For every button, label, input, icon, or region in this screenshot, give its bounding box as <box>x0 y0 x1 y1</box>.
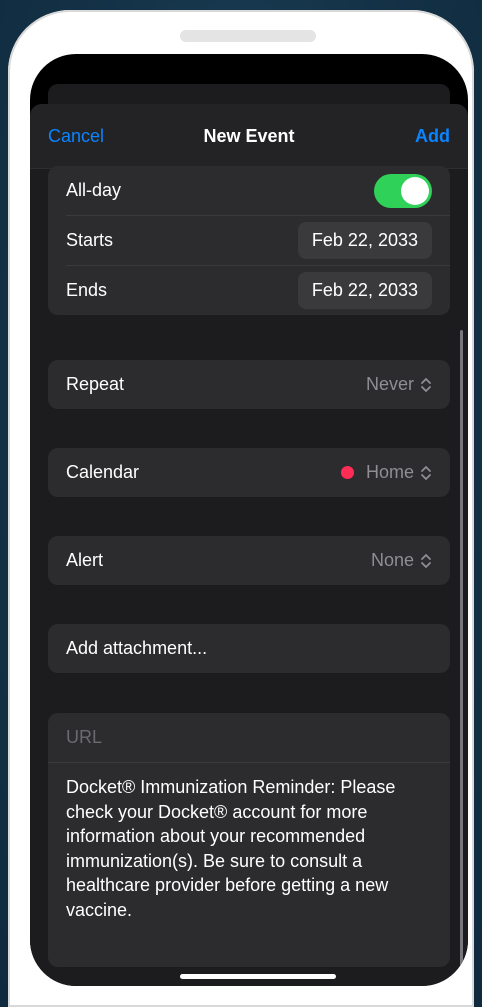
scrollbar[interactable] <box>460 330 463 986</box>
chevron-up-down-icon <box>421 377 431 392</box>
repeat-label: Repeat <box>66 374 125 394</box>
calendar-group[interactable]: Calendar Home <box>48 448 450 497</box>
speaker-grille <box>180 30 316 42</box>
home-indicator[interactable] <box>180 974 336 979</box>
starts-row: Starts Feb 22, 2033 <box>66 215 450 265</box>
allday-label: All-day <box>66 180 122 200</box>
page-title: New Event <box>203 126 295 146</box>
chevron-up-down-icon <box>421 465 431 480</box>
repeat-row[interactable]: Repeat Never <box>48 360 450 409</box>
calendar-value-text: Home <box>365 462 414 482</box>
attachment-group[interactable]: Add attachment... <box>48 624 450 673</box>
repeat-group[interactable]: Repeat Never <box>48 360 450 409</box>
calendar-value[interactable]: Home <box>340 462 432 483</box>
alert-label: Alert <box>66 550 104 570</box>
url-notes-group: URL Docket® Immunization Reminder: Pleas… <box>48 713 450 967</box>
add-attachment-label: Add attachment... <box>66 638 208 658</box>
calendar-color-dot <box>340 466 354 479</box>
add-attachment-button[interactable]: Add attachment... <box>48 624 450 673</box>
ends-date-button[interactable]: Feb 22, 2033 <box>297 272 432 309</box>
alert-value[interactable]: None <box>371 550 432 571</box>
alert-row[interactable]: Alert None <box>48 536 450 585</box>
ends-row: Ends Feb 22, 2033 <box>66 265 450 315</box>
alert-group[interactable]: Alert None <box>48 536 450 585</box>
ends-label: Ends <box>66 280 108 300</box>
allday-row: All-day <box>48 166 450 215</box>
repeat-value-text: Never <box>365 374 414 394</box>
url-input[interactable]: URL <box>48 713 450 763</box>
dates-group: All-day Starts Feb 22, 2033 Ends Feb 22,… <box>48 166 450 315</box>
calendar-label: Calendar <box>66 462 140 482</box>
navigation-bar: Cancel New Event Add <box>30 104 468 169</box>
chevron-up-down-icon <box>421 553 431 568</box>
phone-screen: Cancel New Event Add All-day Starts Feb … <box>30 54 468 986</box>
toggle-knob <box>401 176 429 205</box>
starts-date-button[interactable]: Feb 22, 2033 <box>297 222 432 259</box>
repeat-value[interactable]: Never <box>366 374 432 395</box>
alert-value-text: None <box>370 550 414 570</box>
new-event-sheet: Cancel New Event Add All-day Starts Feb … <box>30 104 468 986</box>
phone-frame: Cancel New Event Add All-day Starts Feb … <box>8 10 474 1007</box>
add-button[interactable]: Add <box>415 126 450 147</box>
allday-toggle[interactable] <box>374 173 432 208</box>
starts-label: Starts <box>66 230 114 250</box>
notes-field[interactable]: Docket® Immunization Reminder: Please ch… <box>48 763 450 922</box>
calendar-row[interactable]: Calendar Home <box>48 448 450 497</box>
